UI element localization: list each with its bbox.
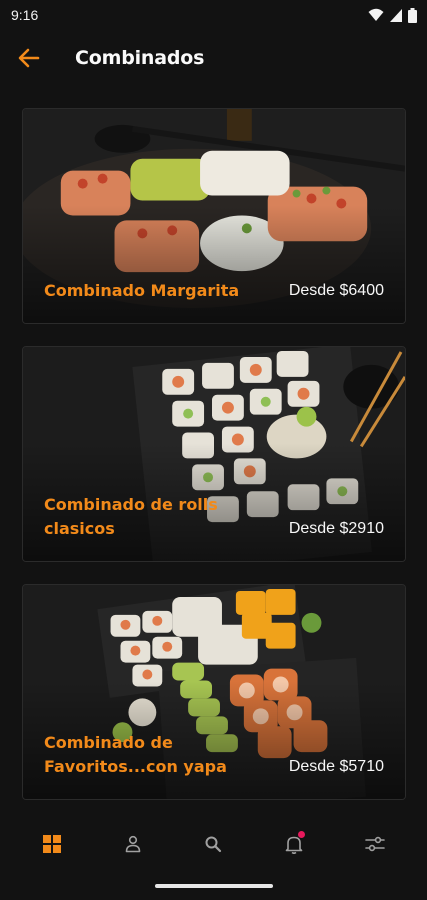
signal-icon <box>390 8 402 22</box>
product-price: Desde $6400 <box>288 282 384 299</box>
wifi-icon <box>368 8 384 21</box>
product-card[interactable]: Combinado Margarita Desde $6400 <box>22 108 406 324</box>
arrow-left-icon <box>18 48 40 68</box>
back-button[interactable] <box>14 43 44 73</box>
search-icon <box>205 836 222 853</box>
nav-search-button[interactable] <box>193 824 233 864</box>
nav-notifications-button[interactable] <box>274 824 314 864</box>
nav-settings-button[interactable] <box>355 824 395 864</box>
battery-icon <box>408 7 417 23</box>
grid-icon <box>43 835 62 853</box>
product-price: Desde $5710 <box>288 758 384 775</box>
product-card[interactable]: Combinado de Favoritos...con yapa Desde … <box>22 584 406 800</box>
product-name: Combinado Margarita <box>44 281 240 300</box>
product-name: Combinado de rolls clasicos <box>44 495 218 538</box>
status-bar: 9:16 <box>0 0 427 30</box>
product-list: Combinado Margarita Desde $6400 Combinad… <box>22 108 406 822</box>
product-name: Combinado de Favoritos...con yapa <box>44 733 227 776</box>
page-title: Combinados <box>75 47 205 69</box>
product-card[interactable]: Combinado de rolls clasicos Desde $2910 <box>22 346 406 562</box>
app-header: Combinados <box>0 38 427 78</box>
gesture-bar[interactable] <box>155 884 273 888</box>
product-price: Desde $2910 <box>288 520 384 537</box>
nav-home-button[interactable] <box>32 824 72 864</box>
bottom-nav <box>0 818 427 870</box>
status-time: 9:16 <box>11 7 39 23</box>
status-icons <box>368 7 417 23</box>
sliders-icon <box>364 836 385 852</box>
user-icon <box>125 835 141 853</box>
notification-dot <box>298 831 306 838</box>
nav-profile-button[interactable] <box>113 824 153 864</box>
